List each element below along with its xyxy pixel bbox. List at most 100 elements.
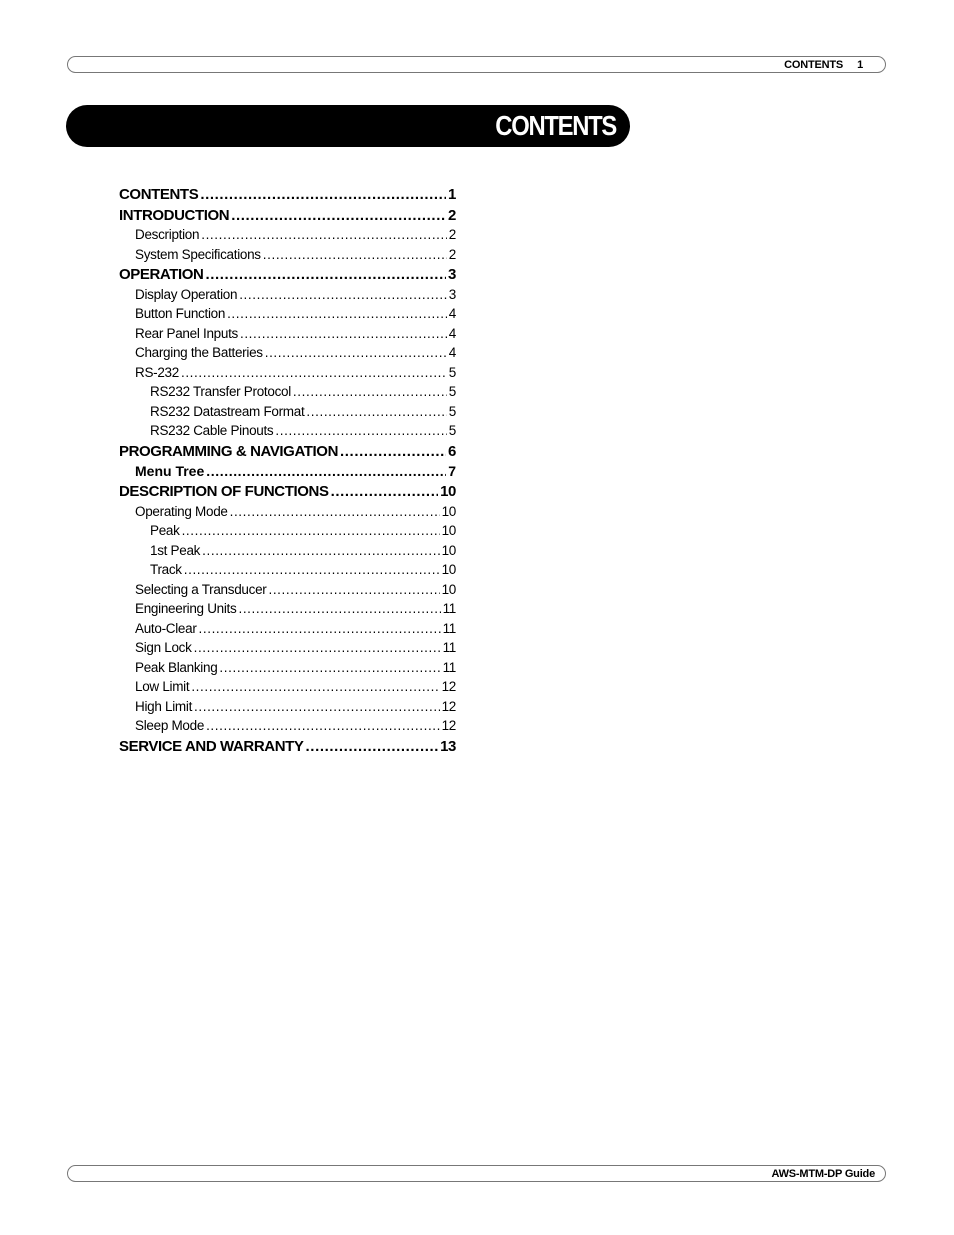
dot-leader bbox=[200, 186, 446, 203]
toc-entry-label: Selecting a Transducer bbox=[135, 581, 267, 597]
toc-entry[interactable]: Low Limit 12 bbox=[119, 679, 456, 699]
toc-entry-page: 4 bbox=[448, 345, 456, 360]
page-footer: AWS-MTM-DP Guide bbox=[67, 1165, 886, 1182]
toc-entry-page: 10 bbox=[441, 562, 456, 577]
toc-entry-page: 6 bbox=[448, 442, 456, 460]
toc-entry-label: Rear Panel Inputs bbox=[135, 325, 238, 341]
toc-entry-page: 11 bbox=[442, 659, 456, 675]
toc-entry-label: Button Function bbox=[135, 306, 226, 321]
toc-entry-label: Low Limit bbox=[135, 679, 190, 694]
dot-leader bbox=[265, 345, 447, 360]
toc-entry-page: 11 bbox=[442, 601, 456, 616]
dot-leader bbox=[331, 483, 439, 500]
toc-entry-label: Description bbox=[135, 227, 200, 242]
toc-entry[interactable]: DESCRIPTION OF FUNCTIONS 10 bbox=[119, 483, 456, 504]
toc-entry[interactable]: Description 2 bbox=[119, 227, 456, 247]
toc-entry[interactable]: RS232 Cable Pinouts 5 bbox=[119, 423, 456, 443]
toc-entry-label: OPERATION bbox=[119, 266, 204, 283]
toc-entry[interactable]: Sleep Mode 12 bbox=[119, 718, 456, 738]
page-header: CONTENTS 1 bbox=[67, 56, 886, 73]
toc-entry-page: 10 bbox=[441, 523, 456, 538]
toc-entry-label: Sleep Mode bbox=[135, 718, 205, 733]
toc-entry[interactable]: CONTENTS 1 bbox=[119, 186, 456, 207]
toc-entry-page: 13 bbox=[440, 737, 456, 755]
toc-entry-page: 10 bbox=[441, 503, 456, 519]
dot-leader bbox=[182, 523, 440, 538]
toc-entry-label: Charging the Batteries bbox=[135, 345, 263, 360]
toc-entry-label: 1st Peak bbox=[150, 542, 201, 558]
toc-entry-label: Sign Lock bbox=[135, 640, 192, 655]
toc-entry[interactable]: Track 10 bbox=[119, 562, 456, 582]
toc-entry[interactable]: Peak Blanking 11 bbox=[119, 660, 456, 680]
toc-entry[interactable]: System Specifications 2 bbox=[119, 247, 456, 267]
banner-title: CONTENTS bbox=[495, 110, 617, 141]
dot-leader bbox=[230, 504, 440, 519]
toc-entry[interactable]: Charging the Batteries 4 bbox=[119, 345, 456, 365]
toc-entry[interactable]: High Limit 12 bbox=[119, 699, 456, 719]
toc-entry-page: 12 bbox=[441, 698, 456, 714]
toc-entry[interactable]: Peak 10 bbox=[119, 523, 456, 543]
toc-entry-label: PROGRAMMING & NAVIGATION bbox=[119, 442, 339, 460]
toc-entry-label: RS232 Transfer Protocol bbox=[150, 384, 291, 399]
toc-entry[interactable]: 1st Peak 10 bbox=[119, 543, 456, 563]
toc-entry-label: System Specifications bbox=[135, 246, 261, 262]
header-section: CONTENTS bbox=[784, 58, 844, 71]
toc-entry-page: 11 bbox=[442, 620, 456, 636]
toc-entry-label: RS232 Datastream Format bbox=[150, 403, 305, 419]
section-banner: CONTENTS bbox=[66, 105, 630, 147]
toc-entry-label: INTRODUCTION bbox=[119, 206, 230, 224]
dot-leader bbox=[205, 266, 446, 283]
dot-leader bbox=[184, 562, 440, 577]
toc-entry[interactable]: PROGRAMMING & NAVIGATION 6 bbox=[119, 443, 456, 464]
toc-entry[interactable]: RS-232 5 bbox=[119, 365, 456, 385]
toc-entry-label: Display Operation bbox=[135, 286, 238, 302]
dot-leader bbox=[275, 423, 446, 438]
toc-entry[interactable]: Engineering Units 11 bbox=[119, 601, 456, 621]
toc-entry-label: High Limit bbox=[135, 698, 193, 714]
dot-leader bbox=[263, 247, 447, 262]
toc-entry-label: CONTENTS bbox=[119, 186, 199, 203]
dot-leader bbox=[239, 287, 447, 302]
toc-entry-page: 11 bbox=[442, 640, 456, 655]
toc-entry-label: Engineering Units bbox=[135, 601, 237, 616]
toc-entry-page: 3 bbox=[448, 266, 456, 283]
toc-entry-label: Operating Mode bbox=[135, 503, 228, 519]
toc-entry-label: Track bbox=[150, 562, 182, 577]
dot-leader bbox=[191, 679, 439, 694]
dot-leader bbox=[206, 718, 440, 733]
toc-entry-page: 4 bbox=[448, 325, 456, 341]
toc-entry-page: 5 bbox=[448, 384, 456, 399]
toc-entry[interactable]: RS232 Transfer Protocol 5 bbox=[119, 384, 456, 404]
dot-leader bbox=[340, 443, 446, 460]
dot-leader bbox=[240, 326, 447, 341]
dot-leader bbox=[238, 601, 440, 616]
toc-entry[interactable]: Display Operation 3 bbox=[119, 287, 456, 307]
toc-entry[interactable]: SERVICE AND WARRANTY 13 bbox=[119, 738, 456, 759]
toc-entry[interactable]: Auto-Clear 11 bbox=[119, 621, 456, 641]
toc-entry[interactable]: INTRODUCTION 2 bbox=[119, 207, 456, 228]
header-page-number: 1 bbox=[857, 58, 863, 71]
toc-entry-label: Peak Blanking bbox=[135, 659, 218, 675]
dot-leader bbox=[201, 227, 447, 242]
dot-leader bbox=[231, 207, 446, 224]
toc-entry[interactable]: RS232 Datastream Format 5 bbox=[119, 404, 456, 424]
toc-entry-page: 4 bbox=[448, 306, 456, 321]
toc-entry-page: 1 bbox=[448, 186, 456, 203]
toc-entry[interactable]: Rear Panel Inputs 4 bbox=[119, 326, 456, 346]
toc-entry[interactable]: OPERATION 3 bbox=[119, 266, 456, 287]
dot-leader bbox=[194, 640, 441, 655]
toc-entry-label: RS232 Cable Pinouts bbox=[150, 423, 274, 438]
toc-entry[interactable]: Operating Mode 10 bbox=[119, 504, 456, 524]
footer-guide-title: AWS-MTM-DP Guide bbox=[771, 1167, 875, 1180]
dot-leader bbox=[227, 306, 447, 321]
toc-entry-page: 5 bbox=[448, 403, 456, 419]
toc-entry[interactable]: Selecting a Transducer 10 bbox=[119, 582, 456, 602]
toc-entry-page: 10 bbox=[440, 483, 456, 500]
dot-leader bbox=[206, 463, 446, 479]
dot-leader bbox=[219, 660, 440, 675]
toc-entry[interactable]: Button Function 4 bbox=[119, 306, 456, 326]
toc-entry-page: 5 bbox=[448, 423, 456, 438]
toc-entry[interactable]: Menu Tree 7 bbox=[119, 463, 456, 483]
toc-entry-label: Auto-Clear bbox=[135, 620, 197, 636]
toc-entry[interactable]: Sign Lock 11 bbox=[119, 640, 456, 660]
